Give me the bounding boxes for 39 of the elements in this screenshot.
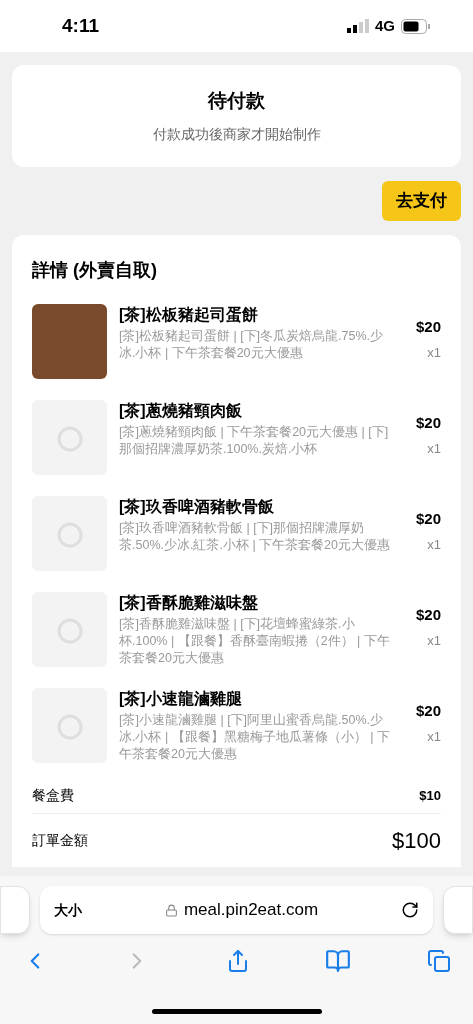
item-price: $20 (415, 701, 441, 721)
reload-icon[interactable] (401, 901, 419, 919)
item-quantity: x1 (427, 727, 441, 746)
item-price: $20 (415, 605, 441, 625)
battery-icon (401, 18, 431, 34)
item-description: [茶]小速龍滷雞腿 | [下]阿里山蜜香烏龍.50%.少冰.小杯 | 【跟餐】黑糖梅子地瓜薯條（小） | 下午茶套餐20元大優惠 (119, 712, 391, 763)
network-label: 4G (375, 15, 395, 36)
item-name: [茶]小速龍滷雞腿 (119, 689, 243, 709)
tabs-icon[interactable] (427, 949, 451, 973)
details-title: 詳情 (外賣自取) (32, 259, 158, 282)
lock-icon (164, 903, 178, 917)
address-bar[interactable]: 大小 meal.pin2eat.com (40, 886, 433, 934)
order-total-value: $100 (392, 827, 441, 855)
item-name: [茶]玖香啤酒豬軟骨飯 (119, 497, 275, 517)
status-subtitle: 付款成功後商家才開始制作 (152, 124, 321, 144)
pay-button[interactable]: 去支付 (382, 181, 461, 221)
text-size-button[interactable]: 大小 (54, 899, 82, 921)
item-description: [茶]蔥燒豬頸肉飯 | 下午茶套餐20元大優惠 | [下]那個招牌濃厚奶茶.100%.炭焙.小杯 (119, 424, 390, 458)
item-quantity: x1 (427, 631, 441, 650)
item-quantity: x1 (427, 439, 441, 458)
box-fee-label: 餐盒費 (32, 786, 74, 805)
status-title: 待付款 (208, 89, 265, 114)
item-name: [茶]松板豬起司蛋餅 (119, 305, 259, 325)
order-total-label: 訂單金額 (32, 831, 88, 850)
bookmarks-icon[interactable] (325, 948, 352, 974)
item-description: [茶]玖香啤酒豬軟骨飯 | [下]那個招牌濃厚奶茶.50%.少冰.紅茶.小杯 | 下午茶套餐20元大優惠 (119, 520, 391, 554)
signal-icon (347, 19, 369, 33)
item-price: $20 (415, 317, 441, 337)
item-quantity: x1 (427, 343, 441, 362)
item-description: [茶]香酥脆雞滋味盤 | [下]花壇蜂蜜綠茶.小杯.100% | 【跟餐】香酥臺南蝦捲（2件） | 下午茶套餐20元大優惠 (119, 616, 391, 667)
item-description: [茶]松板豬起司蛋餅 | [下]冬瓜炭焙烏龍.75%.少冰.小杯 | 下午茶套餐20元大優惠 (119, 328, 385, 362)
item-price: $20 (415, 509, 441, 529)
box-fee-value: $10 (419, 786, 441, 805)
item-quantity: x1 (427, 535, 441, 554)
item-name: [茶]香酥脆雞滋味盤 (119, 593, 259, 613)
url-text: meal.pin2eat.com (183, 899, 319, 922)
item-price: $20 (415, 413, 441, 433)
clock: 4:11 (62, 13, 99, 38)
item-name: [茶]蔥燒豬頸肉飯 (119, 401, 243, 421)
